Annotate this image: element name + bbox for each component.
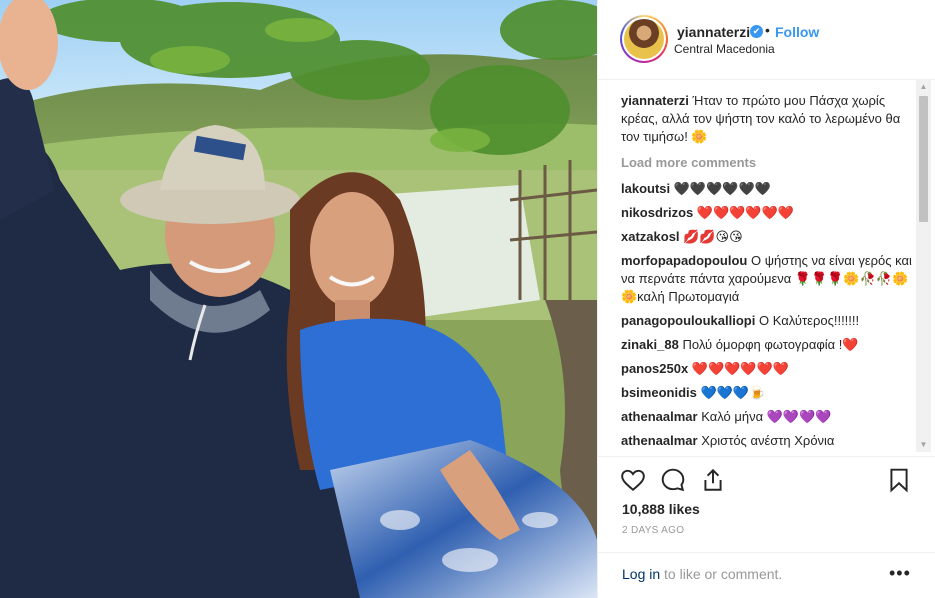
comment-username[interactable]: bsimeonidis (621, 385, 697, 400)
comment-username[interactable]: panos250x (621, 361, 688, 376)
separator-dot: • (765, 22, 770, 38)
comment-username[interactable]: xatzakosl (621, 229, 680, 244)
post-side-panel: yiannaterzi ✔ • Follow Central Macedonia… (597, 0, 935, 598)
comment-username[interactable]: athenaalmar (621, 409, 698, 424)
post-modal: yiannaterzi ✔ • Follow Central Macedonia… (0, 0, 935, 598)
heart-icon[interactable] (620, 467, 646, 493)
bookmark-icon[interactable] (886, 467, 912, 493)
load-more-comments-button[interactable]: Load more comments (621, 154, 913, 172)
comment-text: Ο Καλύτερος!!!!!!! (758, 313, 860, 328)
action-bar: 10,888 likes 2 DAYS AGO (598, 456, 935, 556)
comment-footer: Log in to like or comment. ••• (598, 552, 935, 598)
comment: nikosdrizos ❤️❤️❤️❤️❤️❤️ (621, 204, 913, 222)
comment-text: Χριστός ανέστη Χρόνια (701, 433, 835, 448)
comment-username[interactable]: athenaalmar (621, 433, 698, 448)
comment-text: Καλό μήνα 💜💜💜💜 (701, 409, 832, 424)
comment-text: 🖤🖤🖤🖤🖤🖤 (673, 181, 771, 196)
comment: panos250x ❤️❤️❤️❤️❤️❤️ (621, 360, 913, 378)
comment: athenaalmar Καλό μήνα 💜💜💜💜 (621, 408, 913, 426)
comment-text: ❤️❤️❤️❤️❤️❤️ (696, 205, 794, 220)
login-link[interactable]: Log in (622, 566, 660, 582)
comment-username[interactable]: zinaki_88 (621, 337, 679, 352)
verified-badge-icon: ✔ (750, 25, 763, 38)
post-timestamp[interactable]: 2 DAYS AGO (622, 525, 684, 536)
caption: yiannaterzi Ήταν το πρώτο μου Πάσχα χωρί… (621, 92, 913, 146)
comment: panagopouloukalliopi Ο Καλύτερος!!!!!!! (621, 312, 913, 330)
scroll-thumb[interactable] (919, 96, 928, 222)
comment-username[interactable]: morfopapadopoulou (621, 253, 747, 268)
header-username[interactable]: yiannaterzi (677, 24, 750, 40)
comment: zinaki_88 Πολύ όμορφη φωτογραφία !❤️ (621, 336, 913, 354)
comment: morfopapadopoulou Ο ψήστης να είναι γερό… (621, 252, 913, 306)
comment-text: Πολύ όμορφη φωτογραφία !❤️ (682, 337, 859, 352)
comment-text: 💋💋😘😘 (683, 229, 743, 244)
comment: lakoutsi 🖤🖤🖤🖤🖤🖤 (621, 180, 913, 198)
comments-list[interactable]: yiannaterzi Ήταν το πρώτο μου Πάσχα χωρί… (598, 80, 935, 456)
post-header: yiannaterzi ✔ • Follow Central Macedonia (598, 0, 935, 80)
avatar-image (624, 19, 664, 59)
post-photo[interactable] (0, 0, 597, 598)
comment-username[interactable]: panagopouloukalliopi (621, 313, 755, 328)
login-prompt: Log in to like or comment. (622, 566, 782, 582)
scroll-up-arrow-icon[interactable]: ▲ (916, 80, 931, 94)
likes-count[interactable]: 10,888 likes (622, 501, 700, 517)
comment-text: ❤️❤️❤️❤️❤️❤️ (691, 361, 789, 376)
comment: bsimeonidis 💙💙💙🍺 (621, 384, 913, 402)
comment-username[interactable]: lakoutsi (621, 181, 670, 196)
caption-username[interactable]: yiannaterzi (621, 93, 689, 108)
location-link[interactable]: Central Macedonia (674, 42, 775, 56)
login-prompt-text: to like or comment. (660, 566, 783, 582)
comment-icon[interactable] (660, 467, 686, 493)
comments-scrollbar[interactable]: ▲ ▼ (916, 80, 931, 452)
comments-inner: yiannaterzi Ήταν το πρώτο μου Πάσχα χωρί… (621, 92, 913, 456)
avatar-ring-inner (622, 17, 666, 61)
comment-username[interactable]: nikosdrizos (621, 205, 693, 220)
comment: xatzakosl 💋💋😘😘 (621, 228, 913, 246)
follow-button[interactable]: Follow (775, 24, 819, 40)
more-options-icon[interactable]: ••• (889, 563, 911, 584)
comment-text: 💙💙💙🍺 (700, 385, 766, 400)
photo-illustration (0, 0, 597, 598)
share-icon[interactable] (700, 467, 726, 493)
comment: athenaalmar Χριστός ανέστη Χρόνια (621, 432, 913, 450)
avatar[interactable] (620, 15, 668, 63)
scroll-down-arrow-icon[interactable]: ▼ (916, 438, 931, 452)
